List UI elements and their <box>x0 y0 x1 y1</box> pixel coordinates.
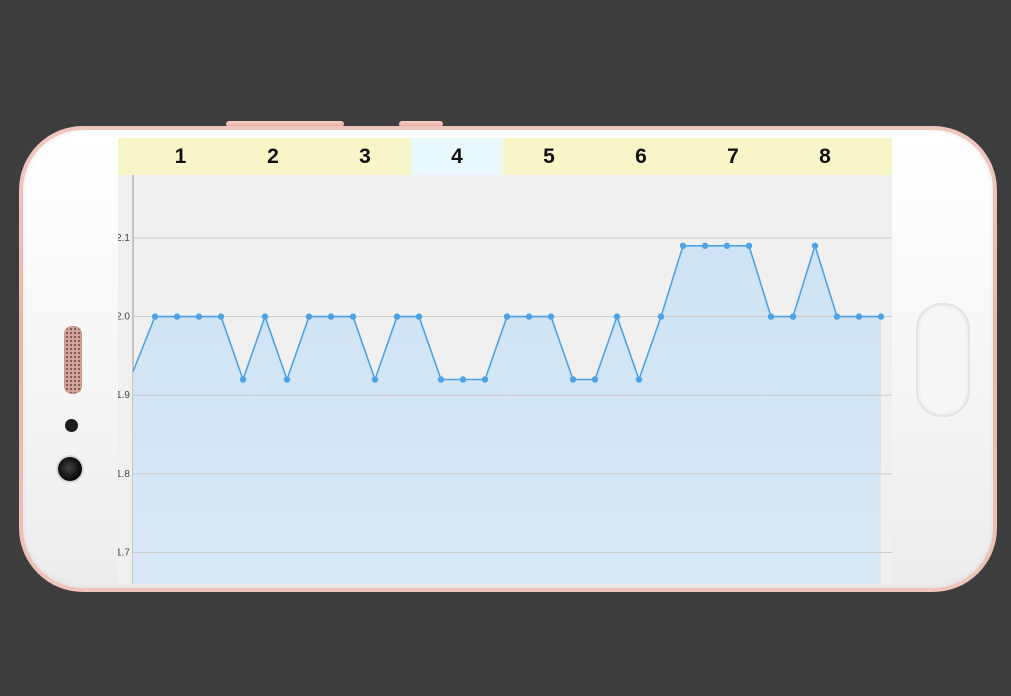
data-point[interactable] <box>437 376 445 383</box>
tab-3[interactable]: 3 <box>319 138 411 175</box>
data-point[interactable] <box>723 242 731 249</box>
series-area <box>133 245 881 584</box>
data-point[interactable] <box>877 313 885 320</box>
data-point[interactable] <box>305 313 313 320</box>
app-screen: 12345678 2.1 2.0 1.9 1.8 1.7 <box>118 138 892 584</box>
tab-5[interactable]: 5 <box>503 138 595 175</box>
data-point[interactable] <box>591 376 599 383</box>
tab-7[interactable]: 7 <box>687 138 779 175</box>
data-point[interactable] <box>811 242 819 249</box>
data-point[interactable] <box>613 313 621 320</box>
earpiece-speaker-icon <box>64 326 82 394</box>
tab-4[interactable]: 4 <box>411 138 503 175</box>
y-tick-label: 2.0 <box>118 312 130 323</box>
line-area-chart: 2.1 2.0 1.9 1.8 1.7 <box>118 175 892 584</box>
data-point[interactable] <box>503 313 511 320</box>
data-point[interactable] <box>151 313 159 320</box>
data-point[interactable] <box>481 376 489 383</box>
data-point[interactable] <box>833 313 841 320</box>
data-point[interactable] <box>283 376 291 383</box>
home-button[interactable] <box>916 303 970 417</box>
data-point[interactable] <box>767 313 775 320</box>
proximity-sensor-icon <box>65 419 78 432</box>
data-point[interactable] <box>217 313 225 320</box>
data-point[interactable] <box>701 242 709 249</box>
data-point[interactable] <box>173 313 181 320</box>
y-tick-label: 1.8 <box>118 469 130 480</box>
data-point[interactable] <box>855 313 863 320</box>
y-tick-label: 2.1 <box>118 233 130 244</box>
data-point[interactable] <box>195 313 203 320</box>
data-point[interactable] <box>745 242 753 249</box>
data-point[interactable] <box>415 313 423 320</box>
device-stage: 12345678 2.1 2.0 1.9 1.8 1.7 <box>0 0 1011 696</box>
tab-bar: 12345678 <box>118 138 892 175</box>
tab-8[interactable]: 8 <box>779 138 871 175</box>
tab-bar-spacer <box>118 138 134 175</box>
data-point[interactable] <box>349 313 357 320</box>
data-point[interactable] <box>371 376 379 383</box>
data-point[interactable] <box>547 313 555 320</box>
y-tick-label: 1.7 <box>118 548 130 559</box>
tab-2[interactable]: 2 <box>227 138 319 175</box>
data-point[interactable] <box>679 242 687 249</box>
data-point[interactable] <box>569 376 577 383</box>
data-point[interactable] <box>657 313 665 320</box>
tab-6[interactable]: 6 <box>595 138 687 175</box>
data-point[interactable] <box>789 313 797 320</box>
data-point[interactable] <box>261 313 269 320</box>
data-point[interactable] <box>239 376 247 383</box>
tab-1[interactable]: 1 <box>134 138 227 175</box>
y-tick-label: 1.9 <box>118 390 130 401</box>
data-point[interactable] <box>459 376 467 383</box>
data-point[interactable] <box>525 313 533 320</box>
data-point[interactable] <box>393 313 401 320</box>
data-point[interactable] <box>327 313 335 320</box>
data-point[interactable] <box>635 376 643 383</box>
front-camera-icon <box>58 457 82 481</box>
